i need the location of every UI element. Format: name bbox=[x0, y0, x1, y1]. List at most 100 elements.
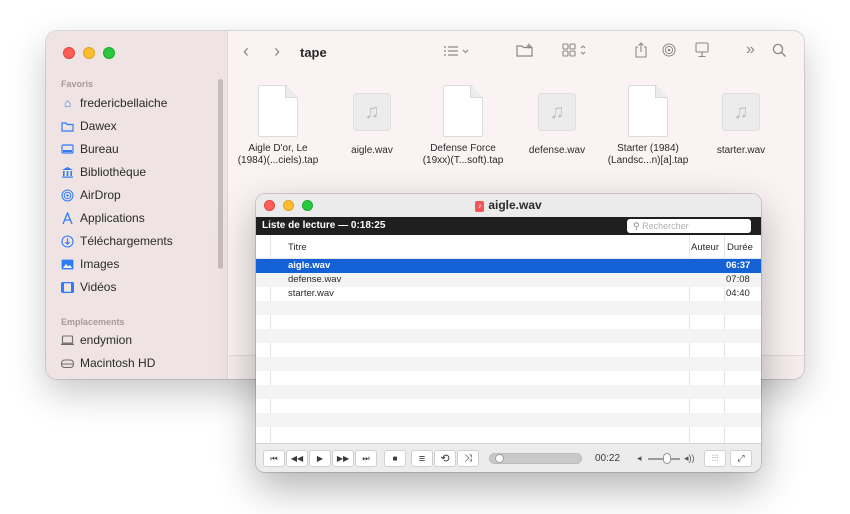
track-duration: 04:40 bbox=[726, 288, 750, 299]
file-name: Defense Force (19xx)(T...soft).tap bbox=[422, 143, 504, 166]
folder-icon bbox=[61, 120, 74, 133]
sidebar-item-label: endymion bbox=[80, 333, 133, 347]
empty-row bbox=[256, 413, 761, 427]
new-folder-icon[interactable] bbox=[516, 43, 534, 60]
sidebar-item-videos[interactable]: Vidéos bbox=[61, 276, 116, 298]
repeat-icon[interactable]: ⟲ bbox=[434, 450, 456, 467]
playlist-row[interactable]: defense.wav 07:08 bbox=[256, 273, 761, 287]
file-item[interactable]: ♫ defense.wav bbox=[509, 85, 605, 157]
stop-icon[interactable]: ■ bbox=[384, 450, 406, 467]
sidebar-item-label: Applications bbox=[80, 211, 145, 225]
window-controls bbox=[63, 47, 115, 59]
file-name: starter.wav bbox=[716, 145, 766, 156]
sidebar-item-home[interactable]: ⌂ fredericbellaiche bbox=[61, 92, 168, 114]
vlc-titlebar: ♪ aigle.wav bbox=[256, 194, 761, 217]
search-input[interactable]: ⚲ Rechercher bbox=[627, 219, 751, 233]
file-item[interactable]: Starter (1984) (Landsc...n)[a].tap bbox=[600, 85, 696, 167]
sidebar-item-label: Bureau bbox=[80, 142, 119, 156]
sidebar-item-airdrop[interactable]: AirDrop bbox=[61, 184, 121, 206]
images-icon bbox=[61, 258, 74, 271]
audio-file-icon: ♫ bbox=[722, 93, 760, 131]
elapsed-time: 00:22 bbox=[595, 453, 621, 464]
playlist-column-headers: Titre Auteur Durée bbox=[256, 235, 761, 259]
volume-low-icon: ◂ bbox=[637, 453, 642, 463]
sidebar-item-bureau[interactable]: Bureau bbox=[61, 138, 119, 160]
share-icon[interactable] bbox=[635, 42, 647, 61]
search-icon[interactable] bbox=[772, 43, 787, 61]
skip-start-icon[interactable]: ⏮ bbox=[263, 450, 285, 467]
computer-icon bbox=[61, 334, 74, 347]
sidebar-item-dawex[interactable]: Dawex bbox=[61, 115, 117, 137]
disk-icon bbox=[61, 357, 74, 370]
videos-icon bbox=[61, 281, 74, 294]
play-icon[interactable]: ▶ bbox=[309, 450, 331, 467]
vlc-title: ♪ aigle.wav bbox=[256, 198, 761, 212]
rewind-icon[interactable]: ◀◀ bbox=[286, 450, 308, 467]
group-view-icon[interactable] bbox=[562, 43, 590, 60]
home-icon: ⌂ bbox=[63, 96, 72, 110]
audio-file-icon: ♫ bbox=[353, 93, 391, 131]
playlist-label: Liste de lecture — 0:18:25 bbox=[262, 220, 386, 231]
empty-row bbox=[256, 329, 761, 343]
file-name: Starter (1984) (Landsc...n)[a].tap bbox=[607, 143, 689, 166]
sidebar-item-label: Images bbox=[80, 257, 120, 271]
playlist-icon[interactable]: ≡ bbox=[411, 450, 433, 467]
sidebar-item-label: fredericbellaiche bbox=[80, 96, 168, 110]
audio-file-icon: ♫ bbox=[538, 93, 576, 131]
document-icon bbox=[258, 85, 298, 137]
sidebar-item-label: Macintosh HD bbox=[80, 356, 156, 370]
sidebar-item-label: Bibliothèque bbox=[80, 165, 147, 179]
skip-end-icon[interactable]: ⏭ bbox=[355, 450, 377, 467]
playback-controls: ⏮ ◀◀ ▶ ▶▶ ⏭ ■ ≡ ⟲ ⤨ 00:22 ◂ ◂)) ⫶⫶⫶ ⤢ bbox=[256, 443, 761, 472]
file-item[interactable]: ♫ starter.wav bbox=[693, 85, 789, 157]
close-button[interactable] bbox=[63, 47, 75, 59]
more-chevrons-icon[interactable]: » bbox=[746, 41, 755, 59]
volume-knob[interactable] bbox=[663, 453, 672, 464]
audio-file-icon: ♪ bbox=[475, 201, 485, 212]
search-icon: ⚲ bbox=[633, 221, 640, 231]
back-chevron-icon[interactable]: ‹ bbox=[243, 41, 249, 62]
shuffle-icon[interactable]: ⤨ bbox=[457, 450, 479, 467]
sidebar-item-telechargements[interactable]: Téléchargements bbox=[61, 230, 173, 252]
playlist-row[interactable]: starter.wav 04:40 bbox=[256, 287, 761, 301]
location-title: tape bbox=[300, 45, 327, 60]
sidebar-item-bibliotheque[interactable]: Bibliothèque bbox=[61, 161, 146, 183]
airdrop-toolbar-icon[interactable] bbox=[662, 43, 676, 60]
sidebar-item-label: Dawex bbox=[80, 119, 117, 133]
document-icon bbox=[443, 85, 483, 137]
empty-row bbox=[256, 357, 761, 371]
track-title: starter.wav bbox=[288, 288, 334, 299]
sidebar-item-label: Vidéos bbox=[80, 280, 117, 294]
file-item[interactable]: ♫ aigle.wav bbox=[324, 85, 420, 157]
document-icon bbox=[628, 85, 668, 137]
fast-forward-icon[interactable]: ▶▶ bbox=[332, 450, 354, 467]
playlist-header: Liste de lecture — 0:18:25 ⚲ Rechercher bbox=[256, 217, 761, 235]
seek-bar[interactable] bbox=[489, 453, 582, 464]
forward-chevron-icon[interactable]: › bbox=[274, 41, 280, 62]
column-title[interactable]: Titre bbox=[288, 242, 307, 253]
track-duration: 06:37 bbox=[726, 260, 751, 271]
minimize-button[interactable] bbox=[83, 47, 95, 59]
favorites-section-label: Favoris bbox=[61, 79, 94, 89]
zoom-button[interactable] bbox=[103, 47, 115, 59]
desktop-icon bbox=[61, 143, 74, 156]
seek-knob[interactable] bbox=[495, 454, 505, 463]
equalizer-icon[interactable]: ⫶⫶⫶ bbox=[704, 450, 726, 467]
list-view-icon[interactable] bbox=[443, 44, 471, 61]
empty-row bbox=[256, 301, 761, 315]
sidebar-item-label: Téléchargements bbox=[80, 234, 173, 248]
column-duration[interactable]: Durée bbox=[727, 242, 753, 253]
sidebar-scrollbar[interactable] bbox=[218, 79, 223, 269]
search-placeholder: Rechercher bbox=[642, 221, 689, 231]
playlist-row[interactable]: aigle.wav 06:37 bbox=[256, 259, 761, 273]
sidebar-item-images[interactable]: Images bbox=[61, 253, 119, 275]
file-item[interactable]: Defense Force (19xx)(T...soft).tap bbox=[415, 85, 511, 167]
file-item[interactable]: Aigle D'or, Le (1984)(...ciels).tap bbox=[230, 85, 326, 167]
track-title: defense.wav bbox=[288, 274, 342, 285]
column-author[interactable]: Auteur bbox=[691, 242, 719, 253]
presentation-icon[interactable] bbox=[695, 42, 709, 61]
sidebar-item-applications[interactable]: Applications bbox=[61, 207, 145, 229]
fullscreen-icon[interactable]: ⤢ bbox=[730, 450, 752, 467]
sidebar-item-endymion[interactable]: endymion bbox=[61, 329, 132, 351]
sidebar-item-macintosh-hd[interactable]: Macintosh HD bbox=[61, 352, 155, 374]
